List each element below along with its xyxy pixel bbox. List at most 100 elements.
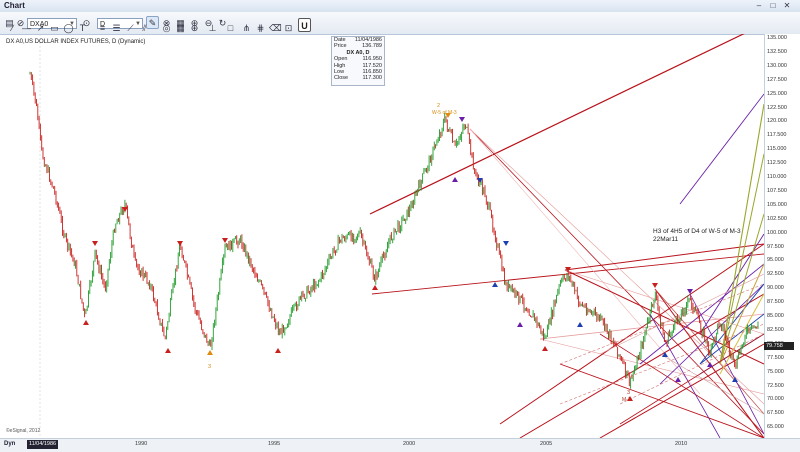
- y-tick-label: 110.000: [767, 174, 787, 180]
- swing-low-marker: [207, 350, 213, 355]
- time-axis[interactable]: Dyn 11/04/1986 1990 1995 2000 2005 2010: [0, 438, 800, 452]
- lock-tool-icon[interactable]: ⊡: [282, 21, 295, 34]
- y-tick-label: 130.000: [767, 62, 787, 69]
- drawing-tools: ∕ — ↗ ▭ ◯ T ≡ ☰ ⟋ ⫽ ◎ ▦ ⊕ ⊥ □ ⋔ ⋕ ⌫ ⊡: [0, 21, 320, 33]
- y-tick-label: 117.500: [767, 132, 787, 139]
- x-tick-label: 1995: [268, 441, 281, 447]
- channel-tool-icon[interactable]: ≡: [96, 21, 109, 34]
- fibonacci-tool-icon[interactable]: ☰: [110, 21, 123, 34]
- price-bars: [29, 71, 759, 389]
- trend-line: [699, 233, 765, 335]
- wave-annotation: H3 of 4H5 of D4 of W-5 of M-3 22Mar11: [653, 228, 741, 243]
- trend-line: [649, 313, 721, 439]
- cursor-date-badge: 11/04/1986: [27, 440, 58, 449]
- y-tick-label: 127.500: [767, 76, 787, 83]
- y-tick-label: 120.000: [767, 118, 787, 125]
- y-tick-label: 100.000: [767, 229, 787, 236]
- measure-tool-icon[interactable]: ⊥: [206, 21, 219, 34]
- swing-low-marker: [452, 177, 458, 182]
- y-tick-label: 77.500: [767, 354, 784, 361]
- line-tool-icon[interactable]: ∕: [6, 21, 19, 34]
- low2-marker-label: 3: [627, 390, 631, 396]
- last-price-badge: 79.758: [764, 342, 794, 350]
- price-axis[interactable]: 135.000 132.500 130.000 127.500 125.000 122.5…: [764, 34, 800, 438]
- y-tick-label: 95.000: [767, 257, 784, 264]
- databox-close-row: Close 117.300: [334, 75, 382, 82]
- low2-wave-label: M-1: [622, 397, 631, 403]
- low1-marker-label: 3: [208, 364, 212, 370]
- y-tick-label: 102.500: [767, 215, 787, 222]
- ellipse-tool-icon[interactable]: ◯: [62, 21, 75, 34]
- target-tool-icon[interactable]: ⊕: [188, 21, 201, 34]
- swing-high-marker: [222, 238, 228, 243]
- square-tool-icon[interactable]: □: [224, 21, 237, 34]
- x-tick-label: 2010: [675, 441, 688, 447]
- x-tick-label: 2005: [540, 441, 553, 447]
- y-tick-label: 92.500: [767, 271, 784, 278]
- minimize-button[interactable]: –: [754, 1, 764, 10]
- pitch-tool-icon[interactable]: ⋕: [254, 21, 267, 34]
- y-tick-label: 82.500: [767, 326, 784, 333]
- x-tick-label: 2000: [403, 441, 416, 447]
- y-tick-label: 115.000: [767, 146, 787, 153]
- maximize-button[interactable]: □: [768, 1, 778, 10]
- u-button[interactable]: U: [298, 18, 311, 32]
- symbol-label: DX A0,US DOLLAR INDEX FUTURES, D (Dynami…: [6, 39, 146, 45]
- regression-tool-icon[interactable]: ⫽: [138, 21, 151, 34]
- swing-low-marker: [675, 377, 681, 382]
- trend-line: [519, 293, 765, 439]
- y-tick-label: 90.000: [767, 285, 784, 292]
- y-tick-label: 107.500: [767, 187, 787, 194]
- swing-low-marker: [517, 322, 523, 327]
- trend-line: [599, 343, 765, 439]
- y-tick-label: 75.000: [767, 368, 784, 375]
- x-tick-label: 1990: [135, 441, 148, 447]
- swing-high-marker: [652, 283, 658, 288]
- rectangle-tool-icon[interactable]: ▭: [48, 21, 61, 34]
- swing-low-marker: [492, 282, 498, 287]
- fan-tool-icon[interactable]: ⟋: [124, 21, 137, 34]
- peak-marker-label: 2: [437, 103, 441, 109]
- y-tick-label: 122.500: [767, 104, 787, 111]
- y-tick-label: 67.500: [767, 410, 784, 417]
- y-tick-label: 132.500: [767, 48, 787, 55]
- peak-wave-label: W-5 of M-3: [432, 110, 457, 116]
- trend-line: [539, 338, 765, 395]
- window-title: Chart: [4, 1, 25, 10]
- swing-low-marker: [662, 352, 668, 357]
- y-tick-label: 105.000: [767, 201, 787, 208]
- y-tick-label: 112.500: [767, 160, 787, 167]
- arrow-tool-icon[interactable]: ↗: [34, 21, 47, 34]
- data-window: Date 11/04/1986 Price 136.789 DX A0, D Ope…: [331, 36, 385, 86]
- swing-low-marker: [83, 320, 89, 325]
- swing-low-marker: [165, 348, 171, 353]
- y-tick-label: 72.500: [767, 382, 784, 389]
- cycle-tool-icon[interactable]: ◎: [160, 21, 173, 34]
- y-tick-label: 125.000: [767, 90, 787, 97]
- swing-low-marker: [707, 362, 713, 367]
- swing-high-marker: [177, 241, 183, 246]
- ray-tool-icon[interactable]: —: [20, 21, 33, 34]
- trend-line: [369, 23, 765, 215]
- swing-low-marker: [542, 346, 548, 351]
- close-button[interactable]: ✕: [782, 1, 792, 10]
- swing-high-marker: [503, 241, 509, 246]
- swing-low-marker: [732, 377, 738, 382]
- swing-high-marker: [459, 117, 465, 122]
- dynamic-label: Dyn: [4, 441, 16, 447]
- swing-high-marker: [92, 241, 98, 246]
- y-tick-label: 85.000: [767, 313, 784, 319]
- copyright-text: ©eSignal, 2012: [6, 428, 41, 434]
- y-tick-label: 87.500: [767, 299, 784, 306]
- text-tool-icon[interactable]: T: [76, 21, 89, 34]
- trend-line: [679, 93, 765, 205]
- trend-line: [719, 263, 765, 365]
- y-tick-label: 65.000: [767, 424, 784, 431]
- pitchfork-tool-icon[interactable]: ⋔: [240, 21, 253, 34]
- y-tick-label: 70.000: [767, 396, 784, 403]
- swing-low-marker: [577, 322, 583, 327]
- y-tick-label: 97.500: [767, 243, 784, 250]
- grid-tool-icon[interactable]: ▦: [174, 21, 187, 34]
- swing-low-marker: [275, 348, 281, 353]
- eraser-tool-icon[interactable]: ⌫: [268, 21, 282, 34]
